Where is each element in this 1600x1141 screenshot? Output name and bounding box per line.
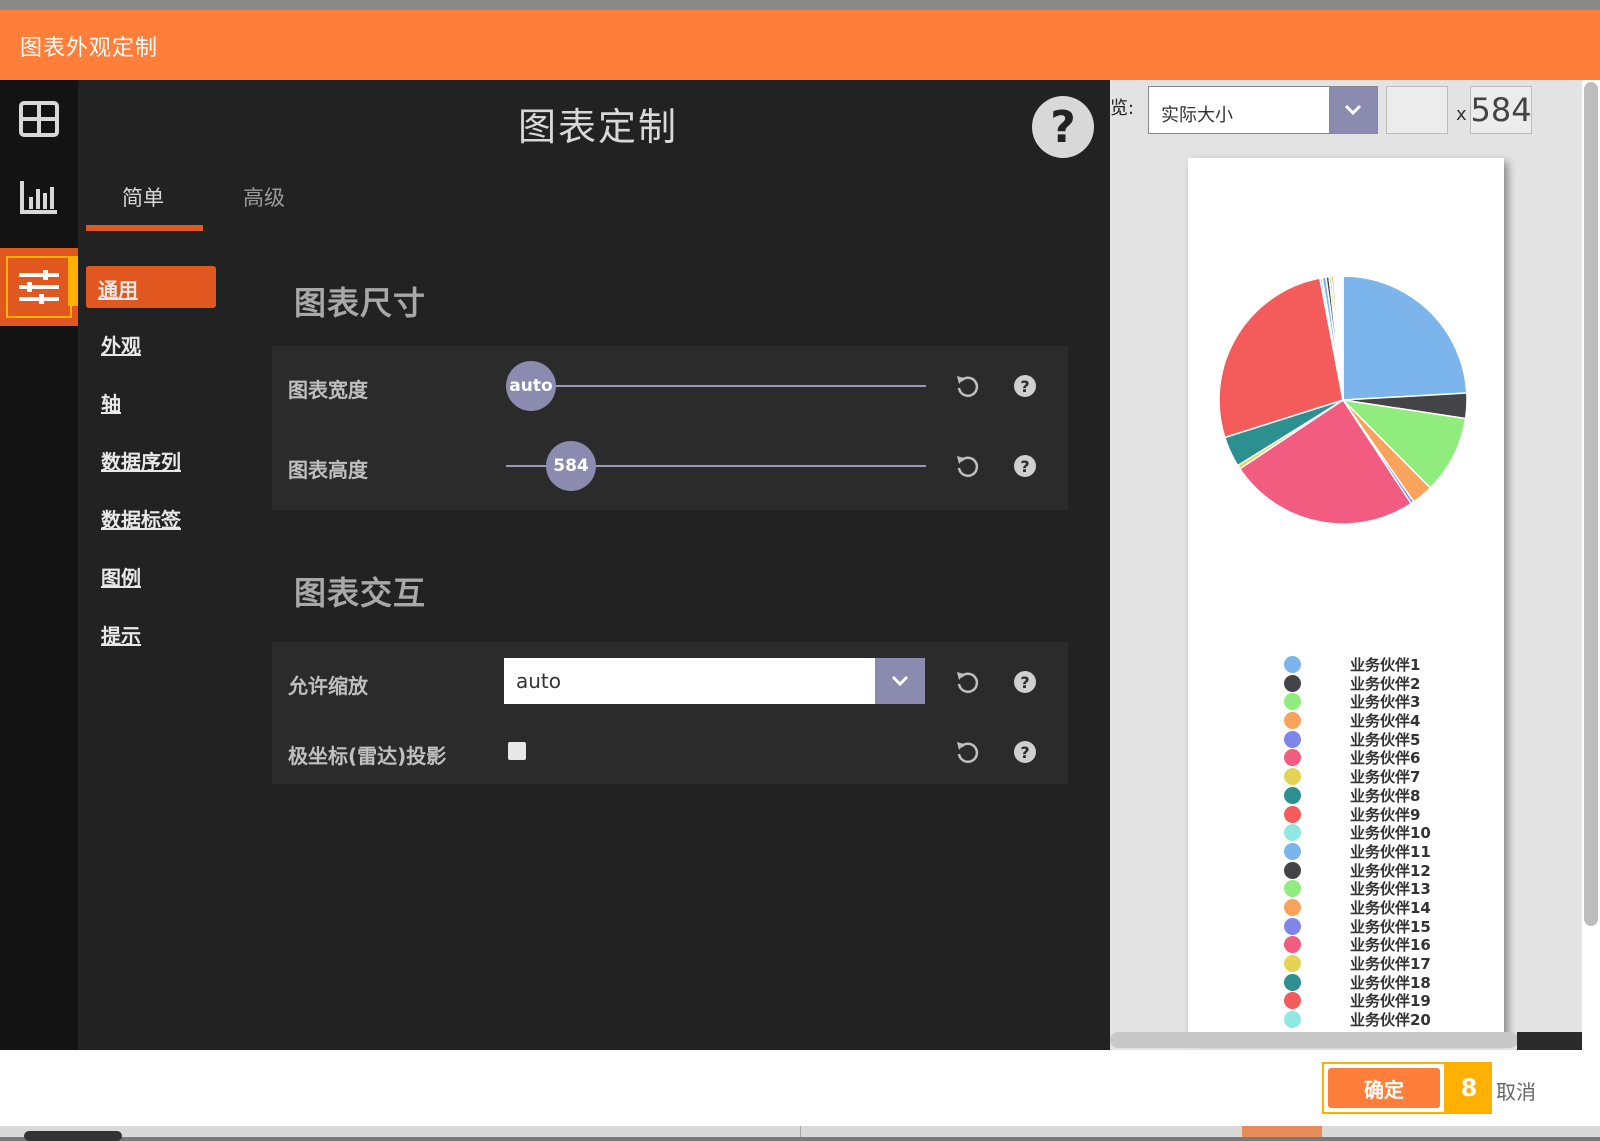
chart-card: 业务伙伴1 业务伙伴2 业务伙伴3 业务伙伴4 业务伙伴5 业务伙伴6 业务伙伴7 业务伙伴8…: [1188, 158, 1504, 1038]
help-icon[interactable]: ?: [1032, 96, 1094, 158]
legend-dot: [1284, 730, 1301, 748]
window-top-strip: [0, 0, 1600, 10]
nav-item-appearance[interactable]: 外观: [101, 330, 141, 359]
scroll-corner: [1517, 1032, 1582, 1050]
section-title-chart-size: 图表尺寸: [294, 284, 427, 322]
preview-size-select[interactable]: 实际大小: [1148, 86, 1378, 134]
legend-label: 业务伙伴20: [1350, 1011, 1431, 1030]
polar-help-icon[interactable]: ?: [1014, 741, 1036, 763]
dialog-header: 图表外观定制: [0, 10, 1600, 80]
bottom-orange-tab: [1242, 1126, 1322, 1137]
step-badge-8: 8: [1446, 1062, 1492, 1114]
nav-item-data-labels[interactable]: 数据标签: [101, 504, 181, 533]
dialog-footer: 确定 8 取消: [0, 1050, 1600, 1126]
nav-item-general-label: 通用: [98, 278, 138, 302]
ok-button-highlight: 确定: [1322, 1062, 1446, 1114]
preview-horizontal-scrollbar[interactable]: [1110, 1032, 1518, 1048]
tab-advanced[interactable]: 高级: [243, 182, 285, 212]
nav-item-legend[interactable]: 图例: [101, 562, 141, 591]
chevron-down-icon[interactable]: [875, 658, 925, 704]
legend-dot: [1284, 898, 1301, 916]
chart-preview-area: 览: 实际大小 x 584 业务伙伴1 业务伙伴2 业务伙伴3 业务伙伴4 业务伙伴5 业…: [1110, 80, 1582, 1050]
zoom-label: 允许缩放: [288, 674, 368, 698]
size-separator: x: [1456, 104, 1467, 125]
rail-chart-button[interactable]: [0, 158, 78, 236]
legend-dot: [1284, 712, 1301, 730]
rail-customize-highlight: [6, 256, 72, 318]
rail-table-button[interactable]: [0, 80, 78, 158]
legend-dot: [1284, 955, 1301, 972]
zoom-select[interactable]: auto: [504, 658, 925, 704]
chart-size-panel: 图表宽度 auto ? 图表高度 584 ?: [272, 346, 1068, 510]
legend-dot: [1284, 973, 1301, 991]
vertical-scrollbar-thumb[interactable]: [1584, 82, 1598, 926]
left-icon-rail: [0, 80, 78, 1050]
tab-simple[interactable]: 简单: [122, 182, 164, 212]
chart-height-slider-knob[interactable]: 584: [546, 441, 596, 491]
chart-height-label: 图表高度: [288, 458, 368, 482]
reset-polar-icon[interactable]: [954, 739, 980, 765]
legend-dot: [1284, 936, 1301, 954]
bottom-pill: [24, 1131, 122, 1141]
section-title-chart-interaction: 图表交互: [294, 574, 427, 612]
bottom-divider: [800, 1126, 801, 1137]
legend-dot: [1284, 842, 1301, 860]
pie-slice-1[interactable]: [1342, 275, 1468, 401]
reset-height-icon[interactable]: [954, 453, 980, 479]
legend-dot: [1284, 861, 1301, 879]
bar-chart-icon: [20, 181, 57, 214]
height-help-icon[interactable]: ?: [1014, 455, 1036, 477]
nav-item-tooltip[interactable]: 提示: [101, 620, 141, 649]
rail-customize-button[interactable]: [0, 248, 78, 326]
reset-width-icon[interactable]: [954, 373, 980, 399]
legend-dot: [1284, 768, 1301, 786]
preview-size-label: 览:: [1110, 98, 1135, 119]
legend-dot: [1284, 917, 1301, 935]
polar-projection-label: 极坐标(雷达)投影: [288, 744, 447, 768]
chevron-down-icon[interactable]: [1329, 87, 1377, 133]
preview-height-input[interactable]: 584: [1470, 86, 1532, 134]
active-tab-indicator: [86, 225, 203, 231]
chart-interaction-panel: 允许缩放 auto ? 极坐标(雷达)投影 ?: [272, 642, 1068, 784]
dialog-title: 图表外观定制: [20, 36, 159, 61]
legend-dot: [1284, 805, 1301, 823]
legend-dot: [1284, 749, 1301, 767]
legend-dot: [1284, 1011, 1301, 1029]
editor-title: 图表定制: [518, 105, 679, 149]
ok-button[interactable]: 确定: [1328, 1068, 1440, 1108]
pie-chart: [1218, 275, 1468, 525]
table-grid-icon: [19, 101, 59, 137]
legend-dot: [1284, 656, 1301, 673]
preview-size-value: 实际大小: [1161, 105, 1233, 126]
nav-item-data-series[interactable]: 数据序列: [101, 446, 181, 475]
sliders-icon: [19, 270, 59, 304]
chart-editor-panel: 图表定制 ? 简单 高级 通用 外观 轴 数据序列 数据标签 图例 提示 图表尺…: [78, 80, 1110, 1050]
chart-width-slider-knob[interactable]: auto: [506, 361, 556, 411]
legend-dot: [1284, 992, 1301, 1010]
preview-width-input[interactable]: [1386, 86, 1448, 134]
legend-dot: [1284, 674, 1301, 692]
zoom-help-icon[interactable]: ?: [1014, 671, 1036, 693]
chart-width-slider-track[interactable]: [506, 385, 926, 387]
width-help-icon[interactable]: ?: [1014, 375, 1036, 397]
zoom-select-value: auto: [516, 669, 562, 693]
legend-dot: [1284, 824, 1301, 842]
chart-width-label: 图表宽度: [288, 378, 368, 402]
reset-zoom-icon[interactable]: [954, 669, 980, 695]
legend-dot: [1284, 880, 1301, 898]
cancel-button[interactable]: 取消: [1496, 1076, 1536, 1105]
polar-projection-checkbox[interactable]: [508, 742, 526, 760]
nav-item-axis[interactable]: 轴: [101, 388, 121, 417]
legend-dot: [1284, 786, 1301, 804]
legend-dot: [1284, 693, 1301, 711]
